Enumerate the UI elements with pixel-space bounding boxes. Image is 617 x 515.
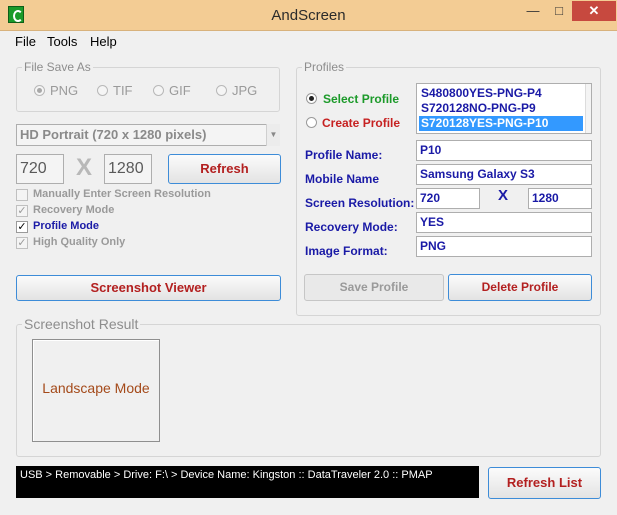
refresh-list-button[interactable]: Refresh List: [488, 467, 601, 499]
resolution-separator: X: [498, 187, 509, 204]
jpg-label: JPG: [232, 83, 258, 98]
tif-radio[interactable]: [97, 85, 108, 96]
jpg-radio[interactable]: [216, 85, 227, 96]
manual-resolution-label: Manually Enter Screen Resolution: [33, 188, 211, 200]
width-input[interactable]: 720: [16, 154, 64, 184]
delete-profile-button[interactable]: Delete Profile: [448, 274, 592, 301]
device-status: USB > Removable > Drive: F:\ > Device Na…: [16, 466, 479, 498]
create-profile-radio[interactable]: [306, 117, 317, 128]
width-height-separator: X: [76, 154, 93, 181]
tif-label: TIF: [113, 83, 133, 98]
image-format-field[interactable]: PNG: [416, 236, 592, 257]
select-profile-label: Select Profile: [323, 92, 400, 106]
recovery-mode-field[interactable]: YES: [416, 212, 592, 233]
preview-text: Landscape Mode: [42, 380, 150, 396]
list-item[interactable]: S720128NO-PNG-P9: [419, 101, 583, 116]
screen-resolution-label: Screen Resolution:: [305, 196, 415, 210]
height-input[interactable]: 1280: [104, 154, 152, 184]
resolution-preset-value: HD Portrait (720 x 1280 pixels): [20, 127, 207, 142]
menu-help[interactable]: Help: [90, 34, 117, 49]
menu-file[interactable]: File: [15, 34, 36, 49]
high-quality-checkbox[interactable]: ✓: [16, 237, 28, 249]
screenshot-result-label: Screenshot Result: [22, 316, 141, 332]
gif-label: GIF: [169, 83, 191, 98]
refresh-button[interactable]: Refresh: [168, 154, 281, 184]
recovery-mode-checkbox[interactable]: ✓: [16, 205, 28, 217]
close-button[interactable]: ✕: [572, 1, 616, 21]
file-save-label: File Save As: [22, 60, 93, 74]
image-format-label: Image Format:: [305, 244, 388, 258]
mobile-name-field[interactable]: Samsung Galaxy S3: [416, 164, 592, 185]
profile-name-label: Profile Name:: [305, 148, 383, 162]
create-profile-label: Create Profile: [322, 116, 401, 130]
chevron-down-icon[interactable]: ▼: [266, 124, 280, 146]
profiles-label: Profiles: [302, 60, 347, 74]
list-item[interactable]: S720128YES-PNG-P10: [419, 116, 583, 131]
gif-radio[interactable]: [153, 85, 164, 96]
maximize-button[interactable]: □: [546, 1, 572, 21]
list-item[interactable]: S480800YES-PNG-P4: [419, 86, 583, 101]
profile-name-field[interactable]: P10: [416, 140, 592, 161]
profiles-list[interactable]: S480800YES-PNG-P4 S720128NO-PNG-P9 S7201…: [416, 83, 592, 134]
high-quality-label: High Quality Only: [33, 236, 126, 248]
manual-resolution-checkbox[interactable]: [16, 189, 28, 201]
resolution-preset-select[interactable]: HD Portrait (720 x 1280 pixels): [16, 124, 280, 146]
save-profile-button[interactable]: Save Profile: [304, 274, 444, 301]
recovery-mode-field-label: Recovery Mode:: [305, 220, 398, 234]
recovery-mode-label: Recovery Mode: [33, 204, 115, 216]
list-scrollbar[interactable]: [585, 84, 591, 133]
resolution-height-field[interactable]: 1280: [528, 188, 592, 209]
png-label: PNG: [50, 83, 79, 98]
minimize-button[interactable]: —: [520, 1, 546, 21]
screenshot-viewer-button[interactable]: Screenshot Viewer: [16, 275, 281, 301]
select-profile-radio[interactable]: [306, 93, 317, 104]
resolution-width-field[interactable]: 720: [416, 188, 480, 209]
profile-mode-label: Profile Mode: [33, 220, 100, 232]
screenshot-preview[interactable]: Landscape Mode: [32, 339, 160, 442]
menu-tools[interactable]: Tools: [47, 34, 77, 49]
png-radio[interactable]: [34, 85, 45, 96]
mobile-name-label: Mobile Name: [305, 172, 380, 186]
profile-mode-checkbox[interactable]: ✓: [16, 221, 28, 233]
